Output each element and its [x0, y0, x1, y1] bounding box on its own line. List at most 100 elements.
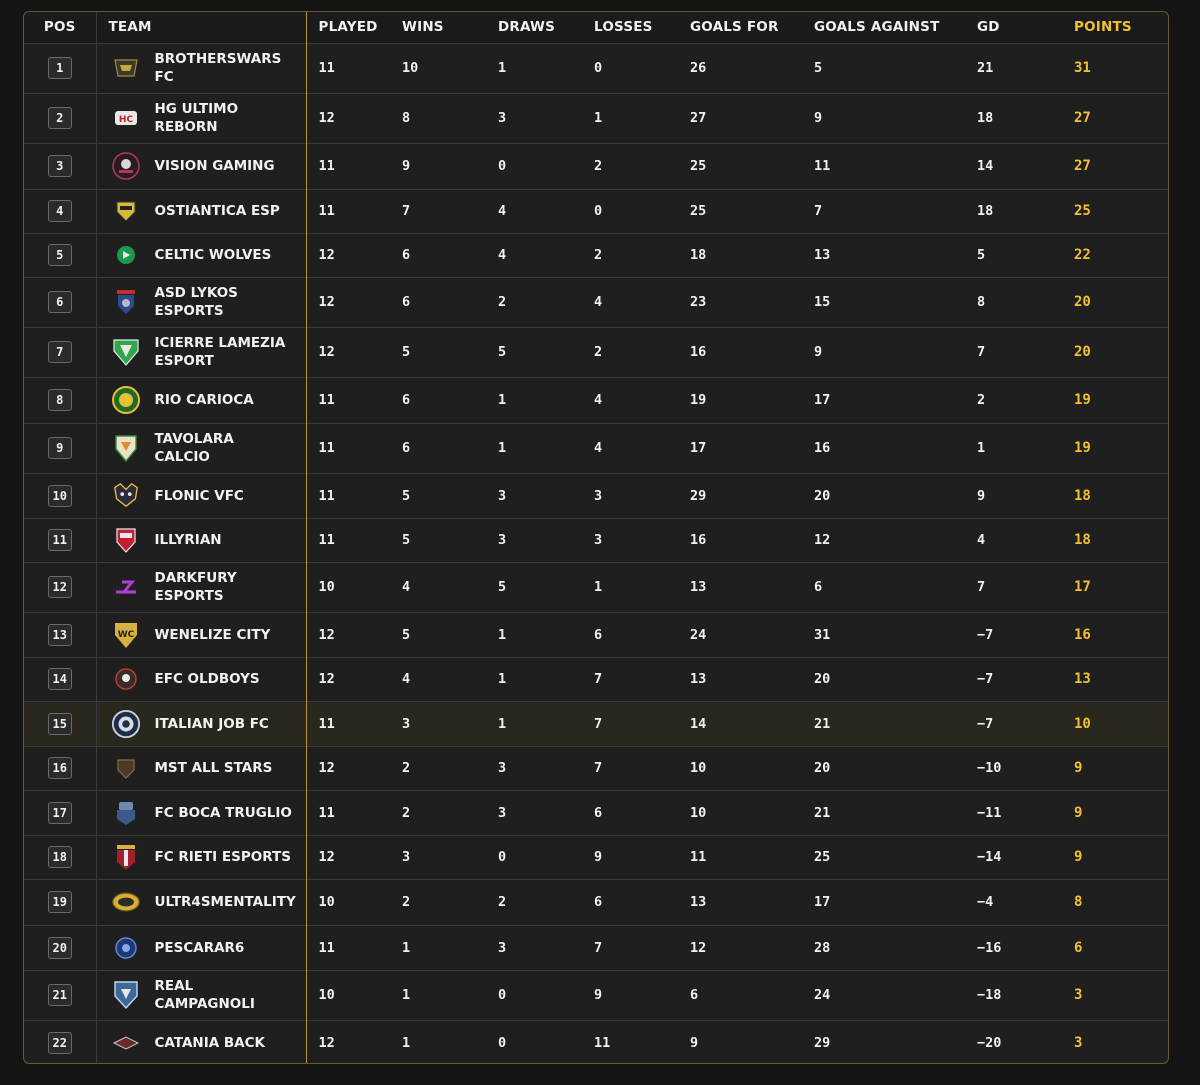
goal-difference-cell: 9 [977, 487, 986, 504]
team-cell[interactable]: CELTIC WOLVES [96, 233, 307, 277]
team-cell[interactable]: ILLYRIAN [96, 518, 307, 562]
team-name[interactable]: DARKFURY ESPORTS [155, 569, 237, 605]
points-cell: 17 [1074, 579, 1091, 595]
goal-difference-cell: 14 [977, 158, 994, 174]
points-cell: 20 [1074, 344, 1091, 360]
table-row[interactable]: 15 ITALIAN JOB FC 11 3 1 7 14 21 −7 10 [24, 701, 1168, 746]
team-cell[interactable]: EFC OLDBOYS [96, 657, 307, 701]
team-cell[interactable]: WC WENELIZE CITY [96, 612, 307, 657]
team-cell[interactable]: ICIERRE LAMEZIA ESPORT [96, 327, 307, 377]
team-cell[interactable]: RIO CARIOCA [96, 377, 307, 423]
played-cell: 10 [318, 987, 335, 1003]
draws-cell: 2 [498, 894, 507, 910]
table-row[interactable]: 9 TAVOLARA CALCIO 11 6 1 4 17 16 1 19 [24, 423, 1168, 473]
header-points[interactable]: POINTS [1074, 12, 1168, 43]
team-name[interactable]: CATANIA BACK [155, 1034, 266, 1052]
table-row[interactable]: 17 FC BOCA TRUGLIO 11 2 3 6 10 21 −11 9 [24, 790, 1168, 835]
team-cell[interactable]: REAL CAMPAGNOLI [96, 970, 307, 1020]
team-name[interactable]: ICIERRE LAMEZIA ESPORT [155, 334, 286, 370]
table-row[interactable]: 4 OSTIANTICA ESP 11 7 4 0 25 7 18 25 [24, 189, 1168, 233]
team-cell[interactable]: FLONIC VFC [96, 473, 307, 518]
team-name[interactable]: REAL CAMPAGNOLI [155, 977, 255, 1013]
team-cell[interactable]: PESCARAR6 [96, 925, 307, 970]
header-draws[interactable]: DRAWS [498, 12, 594, 43]
wins-cell: 1 [402, 987, 411, 1003]
table-row[interactable]: 8 RIO CARIOCA 11 6 1 4 19 17 2 19 [24, 377, 1168, 423]
table-row[interactable]: 1 BROTHERSWARS FC 11 10 1 0 26 5 21 31 [24, 43, 1168, 93]
header-pos[interactable]: POS [24, 12, 97, 43]
table-row[interactable]: 6 ASD LYKOS ESPORTS 12 6 2 4 23 15 8 20 [24, 277, 1168, 327]
header-wins[interactable]: WINS [402, 12, 498, 43]
team-name[interactable]: HG ULTIMO REBORN [155, 100, 239, 136]
table-row[interactable]: 21 REAL CAMPAGNOLI 10 1 0 9 6 24 −18 3 [24, 970, 1168, 1020]
goal-difference-cell: 18 [977, 203, 994, 219]
table-row[interactable]: 13 WC WENELIZE CITY 12 5 1 6 24 31 −7 16 [24, 612, 1168, 657]
table-row[interactable]: 7 ICIERRE LAMEZIA ESPORT 12 5 5 2 16 9 7 20 [24, 327, 1168, 377]
goals-against-cell: 17 [814, 392, 831, 408]
goals-for-cell: 6 [690, 987, 699, 1003]
team-cell[interactable]: OSTIANTICA ESP [96, 189, 307, 233]
table-row[interactable]: 10 FLONIC VFC 11 5 3 3 29 20 9 18 [24, 473, 1168, 518]
team-name[interactable]: ULTR4SMENTALITY [155, 893, 296, 911]
team-name[interactable]: FC RIETI ESPORTS [155, 848, 291, 866]
team-cell[interactable]: ULTR4SMENTALITY [96, 879, 307, 925]
header-goals-against[interactable]: GOALS AGAINST [814, 12, 977, 43]
goals-against-cell: 11 [814, 158, 831, 174]
team-name[interactable]: PESCARAR6 [155, 939, 245, 957]
team-name[interactable]: OSTIANTICA ESP [155, 202, 280, 220]
team-cell[interactable]: BROTHERSWARS FC [96, 43, 307, 93]
team-cell[interactable]: HC HG ULTIMO REBORN [96, 93, 307, 143]
goals-against-cell: 6 [814, 579, 823, 595]
team-name[interactable]: CELTIC WOLVES [155, 246, 272, 264]
team-name[interactable]: MST ALL STARS [155, 759, 273, 777]
team-name[interactable]: EFC OLDBOYS [155, 670, 260, 688]
team-name[interactable]: RIO CARIOCA [155, 391, 254, 409]
team-cell[interactable]: ITALIAN JOB FC [96, 701, 307, 746]
team-name[interactable]: FC BOCA TRUGLIO [155, 804, 292, 822]
table-row[interactable]: 12 DARKFURY ESPORTS 10 4 5 1 13 6 7 17 [24, 562, 1168, 612]
table-row[interactable]: 19 ULTR4SMENTALITY 10 2 2 6 13 17 −4 8 [24, 879, 1168, 925]
table-row[interactable]: 2 HC HG ULTIMO REBORN 12 8 3 1 27 9 18 27 [24, 93, 1168, 143]
team-name[interactable]: ILLYRIAN [155, 531, 222, 549]
table-row[interactable]: 3 VISION GAMING 11 9 0 2 25 11 14 27 [24, 143, 1168, 189]
table-row[interactable]: 16 MST ALL STARS 12 2 3 7 10 20 −10 9 [24, 746, 1168, 790]
team-name[interactable]: FLONIC VFC [155, 487, 244, 505]
team-name[interactable]: BROTHERSWARS FC [155, 50, 282, 86]
team-name[interactable]: WENELIZE CITY [155, 626, 271, 644]
team-name[interactable]: ITALIAN JOB FC [155, 715, 269, 733]
team-name[interactable]: TAVOLARA CALCIO [155, 430, 234, 466]
header-losses[interactable]: LOSSES [594, 12, 690, 43]
team-cell[interactable]: DARKFURY ESPORTS [96, 562, 307, 612]
position-cell: 13 [24, 612, 97, 657]
table-row[interactable]: 22 CATANIA BACK 12 1 0 11 9 29 −20 3 [24, 1020, 1168, 1063]
header-played[interactable]: PLAYED [306, 12, 402, 43]
losses-cell: 7 [594, 939, 603, 956]
team-cell[interactable]: TAVOLARA CALCIO [96, 423, 307, 473]
catania-back-logo [111, 1028, 141, 1058]
team-cell[interactable]: FC RIETI ESPORTS [96, 835, 307, 879]
team-cell[interactable]: CATANIA BACK [96, 1020, 307, 1063]
team-cell[interactable]: ASD LYKOS ESPORTS [96, 277, 307, 327]
team-cell[interactable]: MST ALL STARS [96, 746, 307, 790]
table-row[interactable]: 20 PESCARAR6 11 1 3 7 12 28 −16 6 [24, 925, 1168, 970]
position-badge: 1 [47, 57, 72, 79]
goals-for-cell: 10 [690, 804, 707, 821]
pescarar6-logo [111, 933, 141, 963]
table-row[interactable]: 14 EFC OLDBOYS 12 4 1 7 13 20 −7 13 [24, 657, 1168, 701]
table-row[interactable]: 18 FC RIETI ESPORTS 12 3 0 9 11 25 −14 9 [24, 835, 1168, 879]
header-goals-for[interactable]: GOALS FOR [690, 12, 814, 43]
table-row[interactable]: 5 CELTIC WOLVES 12 6 4 2 18 13 5 22 [24, 233, 1168, 277]
goals-for-cell: 16 [690, 532, 707, 548]
header-gd[interactable]: GD [977, 12, 1074, 43]
goal-difference-cell: 2 [977, 392, 986, 408]
wins-cell: 5 [402, 344, 411, 360]
table-row[interactable]: 11 ILLYRIAN 11 5 3 3 16 12 4 18 [24, 518, 1168, 562]
team-name[interactable]: ASD LYKOS ESPORTS [155, 284, 238, 320]
header-team[interactable]: TEAM [96, 12, 307, 43]
goals-for-cell: 26 [690, 60, 707, 76]
team-cell[interactable]: FC BOCA TRUGLIO [96, 790, 307, 835]
team-name[interactable]: VISION GAMING [155, 157, 275, 175]
wins-cell: 1 [402, 1034, 411, 1051]
team-cell[interactable]: VISION GAMING [96, 143, 307, 189]
team-name-line1: TAVOLARA [154, 431, 234, 447]
